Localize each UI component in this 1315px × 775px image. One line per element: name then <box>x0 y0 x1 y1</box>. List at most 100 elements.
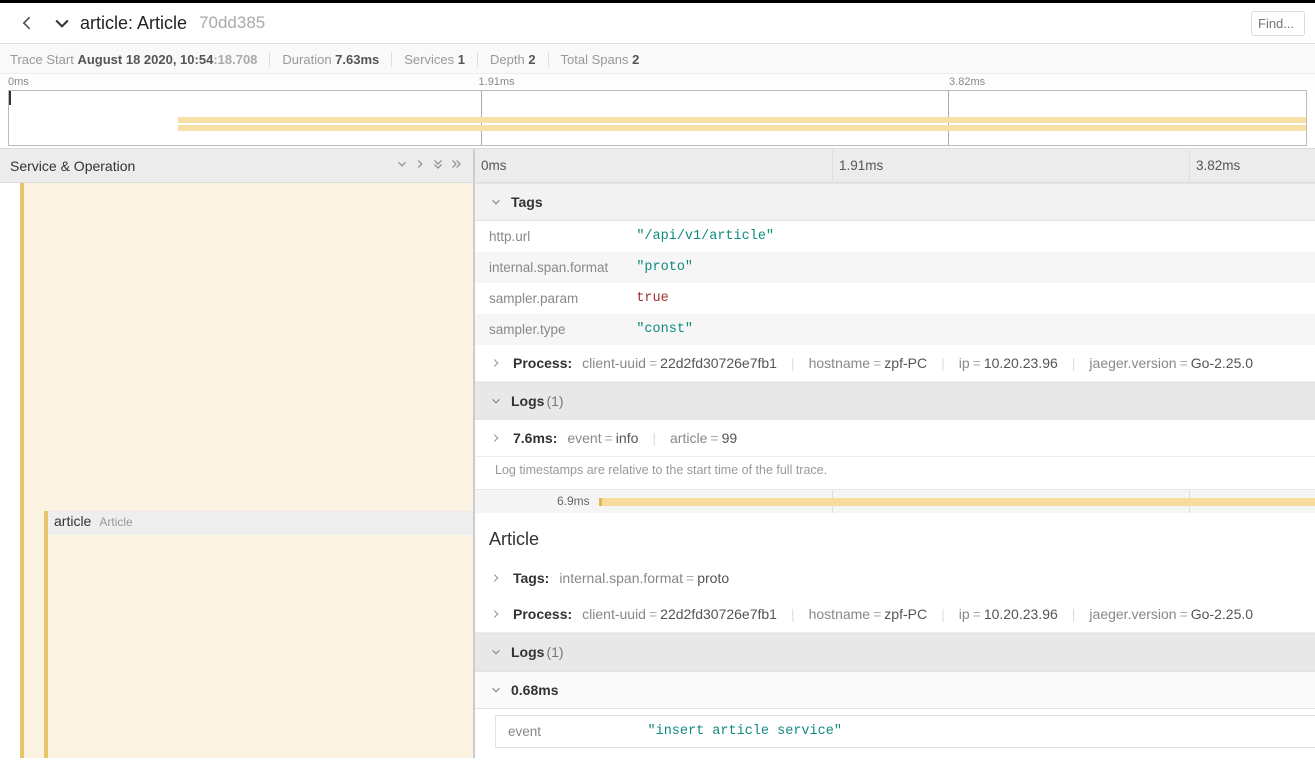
columns-header: Service & Operation 0ms 1.91ms 3.82ms <box>0 148 1315 183</box>
log-field-key: event <box>496 716 636 748</box>
tags-section-header[interactable]: Tags <box>475 183 1315 221</box>
logs-count: (1) <box>546 393 563 409</box>
ruler-tick: 1.91ms <box>479 76 950 88</box>
depth-value: 2 <box>528 52 535 67</box>
trace-summary: Trace Start August 18 2020, 10:54:18.708… <box>0 44 1315 74</box>
minimap-start-marker <box>9 91 11 105</box>
process-kv: jaeger.version=Go-2.25.0 <box>1089 606 1253 622</box>
process-kv: jaeger.version=Go-2.25.0 <box>1089 355 1253 371</box>
ruler-tick: 3.82ms <box>949 76 985 88</box>
tag-value: "/api/v1/article" <box>622 221 1315 252</box>
span-detail-column: Tags http.url"/api/v1/article" internal.… <box>475 183 1315 758</box>
logs-count: (1) <box>546 644 563 660</box>
arrow-left-icon <box>18 13 38 33</box>
chevron-right-icon <box>413 157 427 171</box>
logs-label: Logs <box>511 644 544 660</box>
tag-value: "const" <box>622 314 1315 345</box>
log-time: 0.68ms <box>511 682 558 698</box>
tags-label: Tags <box>511 194 543 210</box>
log-entry-header[interactable]: 0.68ms <box>475 671 1315 709</box>
ruler-tick: 0ms <box>8 76 479 88</box>
chevron-right-icon <box>489 356 503 370</box>
trace-title[interactable]: article: Article 70dd385 <box>52 13 1251 34</box>
minimap[interactable] <box>8 90 1307 146</box>
chevron-down-icon <box>395 157 409 171</box>
time-header-tick: 3.82ms <box>1189 150 1240 181</box>
expand-children-button[interactable] <box>413 157 427 174</box>
span-tree-column: article Article <box>0 183 475 758</box>
collapse-all-button[interactable] <box>431 157 445 174</box>
find-input[interactable] <box>1251 11 1305 36</box>
chevron-right-icon <box>489 607 503 621</box>
depth-label: Depth <box>490 52 525 67</box>
chevron-down-icon <box>52 13 72 33</box>
time-header-tick: 1.91ms <box>832 150 1189 181</box>
tag-kv: internal.span.format=proto <box>559 570 729 586</box>
tag-key: sampler.param <box>475 283 622 314</box>
duration-label: Duration <box>282 52 331 67</box>
tag-row[interactable]: http.url"/api/v1/article" <box>475 221 1315 252</box>
trace-start-value: August 18 2020, 10:54 <box>77 52 213 67</box>
tag-value: "proto" <box>622 252 1315 283</box>
process-label: Process: <box>513 606 572 622</box>
double-chevron-right-icon <box>449 157 463 171</box>
services-label: Services <box>404 52 454 67</box>
back-button[interactable] <box>10 9 46 37</box>
spans-label: Total Spans <box>561 52 629 67</box>
process-kv: hostname=zpf-PC <box>809 606 927 622</box>
trace-id: 70dd385 <box>199 13 265 33</box>
span1-color-strip <box>20 183 24 758</box>
logs-section-header[interactable]: Logs (1) <box>475 382 1315 420</box>
tags-row[interactable]: Tags: internal.span.format=proto <box>475 560 1315 596</box>
tag-key: internal.span.format <box>475 252 622 283</box>
trace-title-text: article: Article <box>80 13 187 34</box>
minimap-ruler: 0ms 1.91ms 3.82ms <box>0 74 1315 90</box>
log-field-value: "insert article service" <box>636 716 1315 748</box>
process-kv: ip=10.20.23.96 <box>959 606 1058 622</box>
double-chevron-down-icon <box>431 157 445 171</box>
process-kv: client-uuid=22d2fd30726e7fb1 <box>582 606 777 622</box>
services-value: 1 <box>458 52 465 67</box>
tags-label: Tags: <box>513 570 549 586</box>
time-header-tick: 0ms <box>475 150 832 181</box>
chevron-down-icon <box>489 683 503 697</box>
service-operation-header: Service & Operation <box>10 158 395 174</box>
log-kv: article=99 <box>670 430 737 446</box>
span-duration-label: 6.9ms <box>557 494 590 508</box>
expand-all-button[interactable] <box>449 157 463 174</box>
chevron-down-icon <box>489 645 503 659</box>
duration-value: 7.63ms <box>335 52 379 67</box>
span-operation-name: Article <box>99 515 132 529</box>
log-entry-row[interactable]: 7.6ms: event=info| article=99 <box>475 420 1315 457</box>
process-row[interactable]: Process: client-uuid=22d2fd30726e7fb1| h… <box>475 345 1315 382</box>
chevron-right-icon <box>489 431 503 445</box>
span-detail-title: Article <box>475 513 1315 560</box>
process-kv: ip=10.20.23.96 <box>959 355 1058 371</box>
process-label: Process: <box>513 355 572 371</box>
process-kv: hostname=zpf-PC <box>809 355 927 371</box>
span-row[interactable]: article Article <box>54 513 133 529</box>
log-kv: event=info <box>567 430 638 446</box>
span-timeline-row[interactable]: 6.9ms <box>475 489 1315 513</box>
process-row[interactable]: Process: client-uuid=22d2fd30726e7fb1| h… <box>475 596 1315 633</box>
tag-row[interactable]: sampler.type"const" <box>475 314 1315 345</box>
span-service-name: article <box>54 513 91 529</box>
tag-key: sampler.type <box>475 314 622 345</box>
process-kv: client-uuid=22d2fd30726e7fb1 <box>582 355 777 371</box>
tags-table: http.url"/api/v1/article" internal.span.… <box>475 221 1315 345</box>
collapse-children-button[interactable] <box>395 157 409 174</box>
log-note: Log timestamps are relative to the start… <box>475 457 1315 489</box>
trace-start-label: Trace Start <box>10 52 74 67</box>
log-field-row[interactable]: event"insert article service" <box>496 716 1315 748</box>
minimap-span-bar <box>178 117 1306 123</box>
log-time: 7.6ms: <box>513 430 557 446</box>
span1-selection-bg <box>20 183 473 758</box>
tag-key: http.url <box>475 221 622 252</box>
logs-label: Logs <box>511 393 544 409</box>
tag-row[interactable]: internal.span.format"proto" <box>475 252 1315 283</box>
logs-section-header[interactable]: Logs (1) <box>475 633 1315 671</box>
chevron-right-icon <box>489 571 503 585</box>
chevron-down-icon <box>489 195 503 209</box>
tag-row[interactable]: sampler.paramtrue <box>475 283 1315 314</box>
chevron-down-icon <box>489 394 503 408</box>
